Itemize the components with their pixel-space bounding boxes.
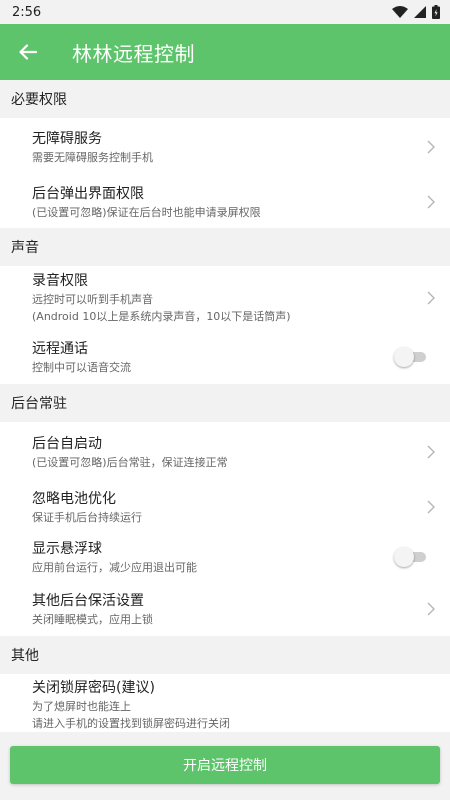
setting-desc-extra: 请进入手机的设置找到锁屏密码进行关闭 xyxy=(32,717,230,730)
signal-icon xyxy=(414,6,426,18)
start-remote-control-button[interactable]: 开启远程控制 xyxy=(10,746,440,784)
setting-row-record-audio[interactable]: 录音权限 远控时可以听到手机声音 (Android 10以上是系统内录声音，10… xyxy=(0,266,450,330)
arrow-back-icon xyxy=(19,44,37,60)
setting-title: 后台自启动 xyxy=(32,435,102,452)
setting-row-remote-call[interactable]: 远程通话 控制中可以语音交流 xyxy=(0,330,450,384)
setting-title: 无障碍服务 xyxy=(32,130,102,147)
setting-desc: 为了熄屏时也能连上 xyxy=(32,700,131,713)
setting-title: 显示悬浮球 xyxy=(32,540,102,557)
app-bar: 林林远程控制 xyxy=(0,24,450,80)
battery-icon xyxy=(432,5,440,19)
setting-title: 关闭锁屏密码(建议) xyxy=(32,680,155,696)
section-header-required: 必要权限 xyxy=(0,80,450,118)
setting-title: 远程通话 xyxy=(32,340,88,357)
remote-call-toggle[interactable] xyxy=(394,347,428,367)
chevron-right-icon xyxy=(427,195,435,209)
chevron-right-icon xyxy=(427,602,435,616)
toggle-thumb xyxy=(394,347,414,367)
setting-title: 录音权限 xyxy=(32,273,88,289)
setting-desc: 关闭睡眠模式，应用上锁 xyxy=(32,612,153,626)
setting-title: 后台弹出界面权限 xyxy=(32,185,144,202)
back-button[interactable] xyxy=(0,24,56,80)
setting-row-floating-ball[interactable]: 显示悬浮球 应用前台运行，减少应用退出可能 xyxy=(0,532,450,582)
setting-desc-extra: (Android 10以上是系统内录声音，10以下是话筒声) xyxy=(32,310,291,323)
status-time: 2:56 xyxy=(12,4,42,20)
setting-desc: 远控时可以听到手机声音 xyxy=(32,293,153,306)
setting-row-lock-screen[interactable]: 关闭锁屏密码(建议) 为了熄屏时也能连上 请进入手机的设置找到锁屏密码进行关闭 xyxy=(0,674,450,736)
settings-list[interactable]: 必要权限 无障碍服务 需要无障碍服务控制手机 后台弹出界面权限 (已设置可忽略)… xyxy=(0,80,450,800)
floating-ball-toggle[interactable] xyxy=(394,547,428,567)
setting-title: 其他后台保活设置 xyxy=(32,592,144,609)
setting-desc: 需要无障碍服务控制手机 xyxy=(32,150,153,164)
chevron-right-icon xyxy=(427,291,435,305)
wifi-icon xyxy=(392,6,408,18)
setting-title: 忽略电池优化 xyxy=(32,490,116,507)
setting-row-accessibility[interactable]: 无障碍服务 需要无障碍服务控制手机 xyxy=(0,118,450,176)
setting-desc: 保证手机后台持续运行 xyxy=(32,510,142,524)
toggle-thumb xyxy=(394,547,414,567)
setting-row-keep-alive[interactable]: 其他后台保活设置 关闭睡眠模式，应用上锁 xyxy=(0,582,450,636)
setting-row-background-popup[interactable]: 后台弹出界面权限 (已设置可忽略)保证在后台时也能申请录屏权限 xyxy=(0,176,450,228)
section-header-sound: 声音 xyxy=(0,228,450,266)
setting-desc: 控制中可以语音交流 xyxy=(32,360,131,374)
bottom-bar: 开启远程控制 xyxy=(0,732,450,800)
status-bar: 2:56 xyxy=(0,0,450,24)
setting-desc: (已设置可忽略)保证在后台时也能申请录屏权限 xyxy=(32,205,261,219)
section-header-background: 后台常驻 xyxy=(0,384,450,422)
setting-row-autostart[interactable]: 后台自启动 (已设置可忽略)后台常驻，保证连接正常 xyxy=(0,422,450,482)
setting-desc: 应用前台运行，减少应用退出可能 xyxy=(32,560,197,574)
chevron-right-icon xyxy=(427,445,435,459)
chevron-right-icon xyxy=(427,140,435,154)
section-header-other: 其他 xyxy=(0,636,450,674)
chevron-right-icon xyxy=(427,500,435,514)
status-icons xyxy=(392,5,440,19)
setting-row-battery-optimization[interactable]: 忽略电池优化 保证手机后台持续运行 xyxy=(0,482,450,532)
page-title: 林林远程控制 xyxy=(72,41,195,66)
setting-desc: (已设置可忽略)后台常驻，保证连接正常 xyxy=(32,455,228,469)
